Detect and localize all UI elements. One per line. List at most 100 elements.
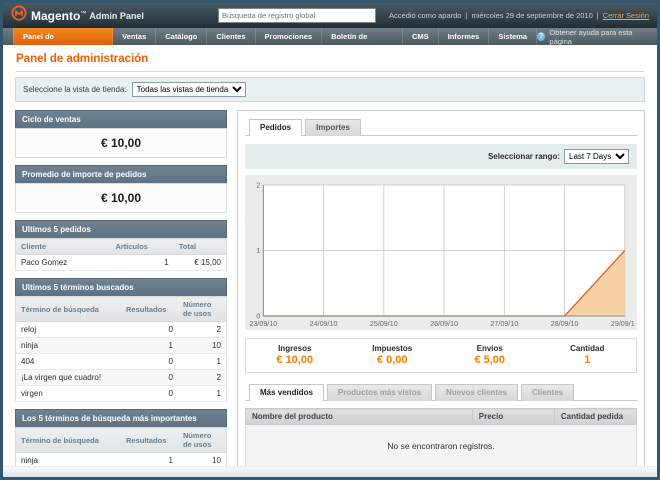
total-value: € 0,00 xyxy=(344,354,442,366)
column-header: Articulos xyxy=(110,239,173,255)
box-title: Ultimos 5 términos buscados xyxy=(15,278,227,296)
orders-area-chart: 23/09/1024/09/1025/09/1026/09/1027/09/10… xyxy=(247,179,635,329)
last-orders-box: Ultimos 5 pedidos Cliente Articulos Tota… xyxy=(15,220,227,271)
table-cell: virgen xyxy=(16,386,122,402)
tab-productos-mas-vistos: Productos más vistos xyxy=(327,384,432,401)
nav-item-panel-de-administracion[interactable]: Panel de administración xyxy=(13,28,113,45)
nav-item-clientes[interactable]: Clientes xyxy=(207,28,255,45)
magento-logo-icon xyxy=(11,5,27,26)
nav-item-promociones[interactable]: Promociones xyxy=(256,28,323,45)
global-search-input[interactable] xyxy=(218,8,376,23)
table-cell: 2 xyxy=(178,370,227,386)
current-date: miércoles 29 de septiembre de 2010 xyxy=(471,11,592,20)
top-search-terms-table: Término de búsqueda Resultados Número de… xyxy=(15,427,227,466)
column-header: Total xyxy=(174,239,227,255)
total-ingresos: Ingresos € 10,00 xyxy=(246,344,344,366)
help-icon: ? xyxy=(537,32,545,41)
help-link-label: Obtener ayuda para esta página xyxy=(549,28,649,46)
svg-text:26/09/10: 26/09/10 xyxy=(430,321,458,328)
dashboard-main-panel: Pedidos Importes Seleccionar rango: Last… xyxy=(237,110,645,466)
magento-logo[interactable]: Magento™ Admin Panel xyxy=(11,5,144,26)
nav-item-cms[interactable]: CMS xyxy=(403,28,439,45)
empty-row: No se encontraron registros. xyxy=(246,425,637,467)
table-row[interactable]: ninja 1 10 xyxy=(16,453,227,467)
tab-mas-vendidos[interactable]: Más vendidos xyxy=(249,384,324,401)
svg-text:29/09/10: 29/09/10 xyxy=(611,321,635,328)
table-row[interactable]: virgen 0 1 xyxy=(16,386,227,402)
nav-item-catalogo[interactable]: Catálogo xyxy=(156,28,207,45)
box-title: Promedio de importe de pedidos xyxy=(15,165,227,183)
table-cell: 0 xyxy=(121,354,178,370)
total-envios: Envios € 5,00 xyxy=(441,344,539,366)
nav-item-informes[interactable]: Informes xyxy=(439,28,490,45)
dashboard-left-column: Ciclo de ventas € 10,00 Promedio de impo… xyxy=(15,110,227,466)
column-header: Resultados xyxy=(121,297,178,322)
bestsellers-grid: Nombre del producto Precio Cantidad pedi… xyxy=(245,408,637,466)
range-bar: Seleccionar rango: Last 7 Days xyxy=(245,144,637,169)
column-header: Número de usos xyxy=(178,297,227,322)
nav-item-sistema[interactable]: Sistema xyxy=(489,28,537,45)
table-cell: 0 xyxy=(121,322,178,338)
table-cell: 0 xyxy=(121,370,178,386)
total-label: Cantidad xyxy=(539,344,637,353)
logout-link[interactable]: Cerrar Sesión xyxy=(603,11,649,20)
total-value: € 10,00 xyxy=(246,354,344,366)
table-cell: ¡La virgen que cuadro! xyxy=(16,370,122,386)
chart-tabs: Pedidos Importes xyxy=(245,118,637,136)
table-row[interactable]: reloj 0 2 xyxy=(16,322,227,338)
store-view-bar: Seleccione la vista de tienda: Todas las… xyxy=(15,77,645,102)
table-cell: 1 xyxy=(121,453,178,467)
nav-item-boletin-de-noticias[interactable]: Boletín de noticias xyxy=(322,28,403,45)
orders-chart-container: 23/09/1024/09/1025/09/1026/09/1027/09/10… xyxy=(245,175,637,330)
average-orders-value: € 10,00 xyxy=(15,183,227,213)
grid-tabs: Más vendidos Productos más vistos Nuevos… xyxy=(245,383,637,401)
table-cell: ninja xyxy=(16,453,122,467)
column-header: Nombre del producto xyxy=(246,409,473,425)
average-orders-box: Promedio de importe de pedidos € 10,00 xyxy=(15,165,227,213)
table-row[interactable]: ¡La virgen que cuadro! 0 2 xyxy=(16,370,227,386)
total-cantidad: Cantidad 1 xyxy=(539,344,637,366)
table-cell: 10 xyxy=(178,338,227,354)
logged-in-as-text: Accedió como apardo xyxy=(389,11,462,20)
total-label: Ingresos xyxy=(246,344,344,353)
last-search-terms-box: Ultimos 5 términos buscados Término de b… xyxy=(15,278,227,402)
table-cell: Paco Gomez xyxy=(16,255,111,271)
svg-text:25/09/10: 25/09/10 xyxy=(370,321,398,328)
separator: | xyxy=(465,11,467,20)
svg-text:1: 1 xyxy=(256,248,260,255)
table-row[interactable]: Paco Gomez 1 € 15,00 xyxy=(16,255,227,271)
column-header: Cantidad pedida xyxy=(554,409,636,425)
help-link[interactable]: ? Obtener ayuda para esta página xyxy=(537,28,649,45)
store-view-label: Seleccione la vista de tienda: xyxy=(23,85,127,94)
box-title: Ciclo de ventas xyxy=(15,110,227,128)
table-cell: 1 xyxy=(121,338,178,354)
svg-text:28/09/10: 28/09/10 xyxy=(551,321,579,328)
table-cell: 1 xyxy=(110,255,173,271)
totals-strip: Ingresos € 10,00 Impuestos € 0,00 Envios… xyxy=(245,338,637,373)
top-search-terms-box: Los 5 términos de búsqueda más important… xyxy=(15,409,227,466)
svg-text:23/09/10: 23/09/10 xyxy=(249,321,277,328)
table-cell: 404 xyxy=(16,354,122,370)
tab-importes[interactable]: Importes xyxy=(305,119,361,136)
table-cell: 10 xyxy=(178,453,227,467)
footer-strip xyxy=(3,466,657,477)
range-select[interactable]: Last 7 Days xyxy=(564,149,629,164)
range-label: Seleccionar rango: xyxy=(488,152,560,161)
total-value: € 5,00 xyxy=(441,354,539,366)
table-cell: 1 xyxy=(178,386,227,402)
total-value: 1 xyxy=(539,354,637,366)
store-view-select[interactable]: Todas las vistas de tienda xyxy=(132,82,246,97)
table-row[interactable]: 404 0 1 xyxy=(16,354,227,370)
last-search-terms-table: Término de búsqueda Resultados Número de… xyxy=(15,296,227,402)
table-cell: 0 xyxy=(121,386,178,402)
total-impuestos: Impuestos € 0,00 xyxy=(344,344,442,366)
nav-item-ventas[interactable]: Ventas xyxy=(113,28,156,45)
svg-text:0: 0 xyxy=(256,314,260,321)
lifetime-sales-box: Ciclo de ventas € 10,00 xyxy=(15,110,227,158)
tab-pedidos[interactable]: Pedidos xyxy=(249,119,302,136)
page-content: Panel de administración Seleccione la vi… xyxy=(3,45,657,466)
page-title: Panel de administración xyxy=(16,53,644,72)
top-header: Magento™ Admin Panel Accedió como apardo… xyxy=(3,3,657,28)
column-header: Término de búsqueda xyxy=(16,428,122,453)
table-row[interactable]: ninja 1 10 xyxy=(16,338,227,354)
